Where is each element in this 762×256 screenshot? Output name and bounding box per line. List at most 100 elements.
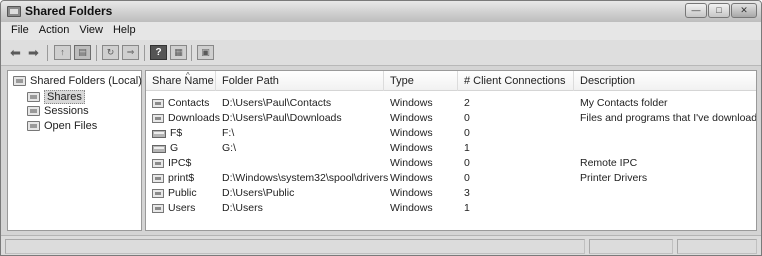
column-header-folder-path[interactable]: Folder Path: [216, 71, 384, 91]
close-button[interactable]: ✕: [731, 3, 757, 18]
share-name: F$: [170, 127, 183, 139]
folder-path-cell: G:\: [222, 142, 237, 154]
share-name-cell: F$: [152, 126, 182, 141]
maximize-button[interactable]: □: [708, 3, 730, 18]
window-title: Shared Folders: [25, 4, 113, 18]
folder-path-cell: D:\Users\Paul\Contacts: [222, 97, 332, 109]
properties-icon[interactable]: ▦: [170, 45, 187, 60]
share-name-cell: G: [152, 141, 178, 156]
description-cell: Files and programs that I've downloaded: [580, 112, 757, 124]
share-name: G: [170, 142, 179, 154]
shares-list: ^ Share Name Folder Path Type # Client C…: [145, 70, 757, 231]
type-cell: Windows: [390, 112, 433, 124]
connections-cell: 0: [464, 157, 470, 169]
new-share-icon[interactable]: ▣: [197, 45, 214, 60]
shared-folders-icon: [7, 6, 21, 17]
type-cell: Windows: [390, 157, 433, 169]
window-controls: — □ ✕: [685, 3, 757, 18]
share-folder-icon: [152, 114, 164, 123]
share-name-cell: Downloads: [152, 111, 220, 126]
column-header-share-name[interactable]: ^ Share Name: [146, 71, 216, 91]
share-name: print$: [168, 172, 195, 184]
folder-path-cell: F:\: [222, 127, 235, 139]
content-area: Shared Folders (Local) Shares Sessions O…: [7, 70, 757, 231]
connections-cell: 1: [464, 142, 470, 154]
share-folder-icon: [152, 204, 164, 213]
column-header-client-connections[interactable]: # Client Connections: [458, 71, 574, 91]
table-row[interactable]: F$ F:\ Windows 0: [146, 126, 756, 141]
table-row[interactable]: print$ D:\Windows\system32\spool\drivers…: [146, 171, 756, 186]
share-name-cell: IPC$: [152, 156, 191, 171]
share-name: Downloads: [168, 112, 220, 124]
type-cell: Windows: [390, 202, 433, 214]
type-cell: Windows: [390, 172, 433, 184]
forward-arrow-icon[interactable]: ➡: [25, 45, 42, 60]
help-icon[interactable]: ?: [150, 45, 167, 60]
shared-folders-icon: [13, 76, 26, 86]
share-name-cell: print$: [152, 171, 194, 186]
share-name: Users: [168, 202, 196, 214]
folder-path-cell: D:\Users\Paul\Downloads: [222, 112, 342, 124]
tree-item-label: Open Files: [44, 120, 98, 132]
tree-item-open-files[interactable]: Open Files: [27, 120, 97, 132]
folder-path-cell: D:\Users\Public: [222, 187, 295, 199]
title-bar[interactable]: Shared Folders — □ ✕: [1, 1, 761, 22]
description-cell: Remote IPC: [580, 157, 638, 169]
description-cell: Printer Drivers: [580, 172, 648, 184]
toolbar-separator: [191, 45, 192, 61]
description-cell: My Contacts folder: [580, 97, 668, 109]
status-segment: [5, 239, 585, 254]
table-row[interactable]: Public D:\Users\Public Windows 3: [146, 186, 756, 201]
column-header-type[interactable]: Type: [384, 71, 458, 91]
menu-view[interactable]: View: [74, 22, 108, 40]
tree-root-shared-folders[interactable]: Shared Folders (Local): [13, 75, 142, 87]
up-icon[interactable]: ↑: [54, 45, 71, 60]
share-folder-icon: [152, 174, 164, 183]
type-cell: Windows: [390, 97, 433, 109]
tree-item-shares[interactable]: Shares: [27, 90, 85, 104]
back-arrow-icon[interactable]: ⬅: [7, 45, 24, 60]
toolbar: ⬅ ➡ ↑ ▤ ↻ ⇒ ? ▦ ▣: [1, 40, 761, 66]
table-row[interactable]: Downloads D:\Users\Paul\Downloads Window…: [146, 111, 757, 126]
share-folder-icon: [152, 99, 164, 108]
connections-cell: 1: [464, 202, 470, 214]
connections-cell: 0: [464, 172, 470, 184]
share-name-cell: Users: [152, 201, 195, 216]
status-segment: [589, 239, 673, 254]
share-drive-icon: [152, 129, 166, 138]
menu-action[interactable]: Action: [34, 22, 75, 40]
share-name: Public: [168, 187, 197, 199]
column-label: Share Name: [152, 75, 214, 87]
table-row[interactable]: Users D:\Users Windows 1: [146, 201, 756, 216]
tree-item-label: Sessions: [44, 105, 89, 117]
table-row[interactable]: Contacts D:\Users\Paul\Contacts Windows …: [146, 96, 756, 111]
menu-file[interactable]: File: [6, 22, 34, 40]
shares-icon: [27, 92, 40, 102]
refresh-icon[interactable]: ↻: [102, 45, 119, 60]
type-cell: Windows: [390, 142, 433, 154]
type-cell: Windows: [390, 127, 433, 139]
table-row[interactable]: G G:\ Windows 1: [146, 141, 756, 156]
share-name: IPC$: [168, 157, 192, 169]
table-row[interactable]: IPC$ Windows 0 Remote IPC: [146, 156, 756, 171]
folder-path-cell: D:\Users: [222, 202, 263, 214]
connections-cell: 0: [464, 127, 470, 139]
sessions-icon: [27, 106, 40, 116]
toolbar-separator: [144, 45, 145, 61]
toolbar-separator: [96, 45, 97, 61]
folder-path-cell: D:\Windows\system32\spool\drivers: [222, 172, 389, 184]
status-segment: [677, 239, 757, 254]
minimize-button[interactable]: —: [685, 3, 707, 18]
open-files-icon: [27, 121, 40, 131]
share-name-cell: Contacts: [152, 96, 209, 111]
sort-ascending-icon: ^: [186, 71, 190, 80]
menu-help[interactable]: Help: [108, 22, 141, 40]
share-folder-icon: [152, 159, 164, 168]
column-header-description[interactable]: Description: [574, 71, 756, 91]
show-hide-tree-icon[interactable]: ▤: [74, 45, 91, 60]
connections-cell: 2: [464, 97, 470, 109]
status-bar: [1, 235, 761, 255]
tree-item-sessions[interactable]: Sessions: [27, 105, 89, 117]
navigation-tree: Shared Folders (Local) Shares Sessions O…: [7, 70, 142, 231]
export-list-icon[interactable]: ⇒: [122, 45, 139, 60]
